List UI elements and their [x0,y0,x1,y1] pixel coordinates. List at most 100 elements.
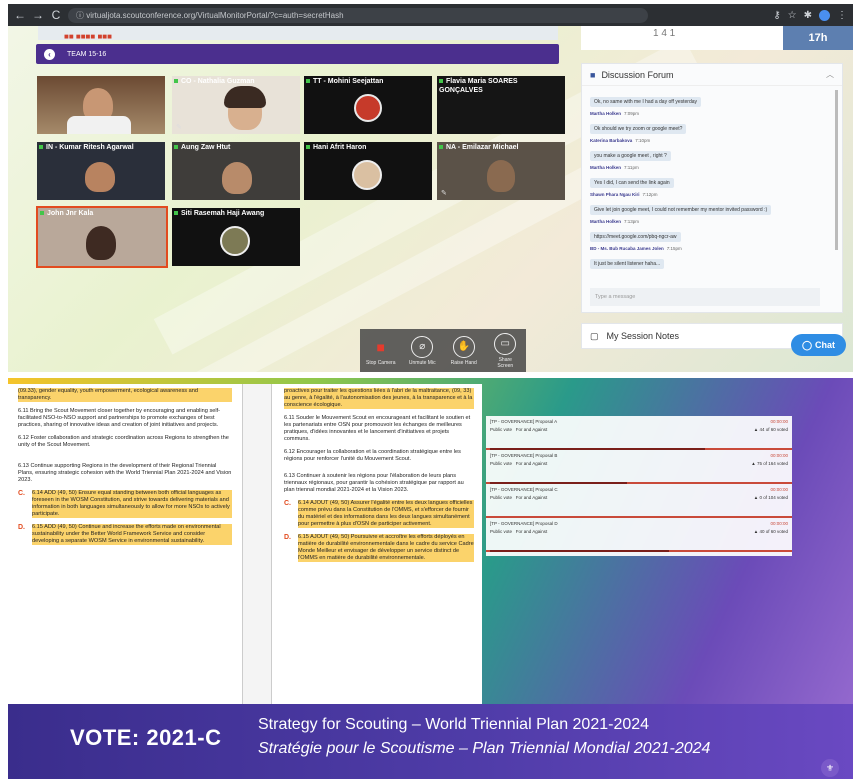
vote-type: Public vote [490,427,513,432]
mic-off-icon: ✎ [441,190,447,197]
stat-right: 17h [783,26,853,50]
control-label: Stop Camera [366,359,396,366]
back-button[interactable]: ← [14,8,26,22]
participant-name: NA - Emilazar Michael [439,143,519,152]
video-tile[interactable] [37,76,165,134]
vote-mode: For and Against [515,427,548,432]
message-author: Martha Holken 7:11pm [590,165,639,170]
extensions-icon[interactable]: ✱ [804,10,812,21]
vote-count: ▲ 40 of 60 voted [753,529,788,534]
raise-hand-button[interactable]: ✋ Raise Hand [449,335,479,366]
amendment-letter: C. [284,500,291,507]
proposal-item[interactable]: [TP - GOVERNANCE] Proposal B 00:00:00 Pub… [486,450,792,484]
stat-left: 1 4 1 [653,28,676,39]
key-icon[interactable]: ⚷ [773,10,780,21]
forum-header[interactable]: ■ Discussion Forum ︿ [582,64,842,86]
doc-paragraph: 6.11 Souder le Mouvement Scout en encour… [284,415,471,442]
amendment-letter: C. [18,490,25,497]
participant-name: John Jnr Kala [40,209,93,218]
notes-icon: ▢ [590,330,599,341]
proposal-timer: 00:00:00 [770,419,788,424]
profile-icon[interactable] [819,9,830,21]
mic-off-icon: ⌀ [411,335,434,358]
participant-name: CO - Nathalia Guzman [174,77,255,86]
chevron-up-icon[interactable]: ︿ [826,69,834,80]
forward-button[interactable]: → [32,8,44,22]
back-arrow-icon[interactable]: ‹ [44,48,55,60]
share-screen-button[interactable]: ▭ Share Screen [490,332,520,369]
participant-avatar [220,226,250,256]
message-text: It just be silent listener haha... [590,259,665,269]
video-tile[interactable]: Flavia Maria SOARES GONÇALVES [437,76,565,134]
scout-emblem-icon[interactable]: ⚜ [821,759,839,777]
proposal-item[interactable]: [TP - GOVERNANCE] Proposal D 00:00:00 Pub… [486,518,792,552]
vote-type: Public vote [490,461,513,466]
message-text: Ok should we try zoom or google meet? [590,124,687,134]
chat-button[interactable]: ◯ Chat [791,334,846,356]
control-label: Share Screen [497,356,514,369]
video-tile[interactable]: Siti Rasemah Haji Awang [172,208,300,266]
doc-paragraph: 6.12 Encourager la collaboration et la c… [284,449,461,462]
amendment-text: 6.14 ADD (49, 50) Ensure equal standing … [32,490,232,518]
doc-paragraph: proactives pour traiter les questions li… [284,388,474,409]
message-text: Yes I did, I can send the link again [590,178,674,188]
stop-camera-button[interactable]: ■ Stop Camera [366,336,396,366]
document-french: proactives pour traiter les questions li… [272,384,482,704]
video-tile-active[interactable]: John Jnr Kala [36,206,168,268]
mic-off-icon: ✎ [176,124,182,131]
video-tile[interactable]: Aung Zaw Htut [172,142,300,200]
vote-label: VOTE: 2021-C [70,725,222,750]
participant-name: Siti Rasemah Haji Awang [174,209,264,218]
menu-icon[interactable]: ⋮ [837,10,847,21]
stats-bar: 1 4 1 17h [581,26,853,50]
meeting-app: ■■ ■■■■ ■■■ ‹ TEAM 15-16 CO - Nathalia G… [8,26,853,372]
participant-face [85,162,115,192]
participant-face [222,162,252,194]
team-bar: ‹ TEAM 15-16 [36,44,559,64]
hand-icon: ✋ [452,335,475,358]
unmute-mic-button[interactable]: ⌀ Unmute Mic [407,335,437,366]
amendment-text: 6.14 AJOUT (49, 50) Assurer l'égalité en… [298,500,474,528]
star-icon[interactable]: ☆ [788,10,797,21]
vote-type: Public vote [490,529,513,534]
message: BD - Ms. Bub Rucaba James Jolen 7:15pm It… [590,246,834,271]
participant-name: TT - Mohini Seejattan [306,77,383,86]
proposal-item[interactable]: [TP - GOVERNANCE] Proposal C 00:00:00 Pub… [486,484,792,518]
proposal-list: [TP - GOVERNANCE] Proposal A 00:00:00 Pub… [486,416,792,556]
message-text: https://meet.google.com/pbq-ngcr-aw [590,232,681,242]
team-label: TEAM 15-16 [67,50,107,58]
vote-count: ▲ 75 of 164 voted [751,461,788,466]
vote-count: ▲ 0 of 104 voted [753,495,788,500]
strategy-title-fr: Stratégie pour le Scoutisme – Plan Trien… [258,740,711,757]
participant-face [86,226,116,260]
message: Shawn Phara Ngau Kiri 7:12pm Give let joi… [590,192,834,217]
proposal-title: [TP - GOVERNANCE] Proposal C [490,487,558,492]
message-input[interactable]: Type a message [590,288,820,306]
amendment-text: 6.15 AJOUT (49, 50) Poursuivre et accroî… [298,534,474,562]
amendment-letter: D. [284,534,291,541]
video-tile[interactable]: CO - Nathalia Guzman ✎ [172,76,300,134]
video-tile[interactable]: NA - Emilazar Michael ✎ [437,142,565,200]
document-gutter [242,384,272,704]
message: Martha Holken 7:11pm Yes I did, I can sen… [590,165,834,190]
vote-type: Public vote [490,495,513,500]
forum-scrollbar[interactable] [835,90,838,250]
video-tile[interactable]: TT - Mohini Seejattan [304,76,432,134]
control-label: Unmute Mic [408,359,436,366]
message-text: Ok, no same with me I had a day off yest… [590,97,702,107]
video-tile[interactable]: IN - Kumar Ritesh Agarwal [37,142,165,200]
notes-label: My Session Notes [606,331,680,341]
video-tile[interactable]: Hani Afrit Haron [304,142,432,200]
address-bar[interactable]: ⓘ virtualjota.scoutconference.org/Virtua… [68,7,648,23]
doc-paragraph: 6.12 Foster collaboration and strategic … [18,435,229,448]
reload-button[interactable]: C [50,8,62,22]
vote-count: ▲ 44 of 60 voted [753,427,788,432]
participant-hair [224,86,266,108]
vote-mode: For and Against [515,529,548,534]
proposal-title: [TP - GOVERNANCE] Proposal B [490,453,558,458]
message-author: Shawn Phara Ngau Kiri 7:12pm [590,192,658,197]
participant-avatar [352,160,382,190]
control-label: Raise Hand [450,359,477,366]
proposal-item[interactable]: [TP - GOVERNANCE] Proposal A 00:00:00 Pub… [486,416,792,450]
top-strip: ■■ ■■■■ ■■■ [38,26,558,41]
